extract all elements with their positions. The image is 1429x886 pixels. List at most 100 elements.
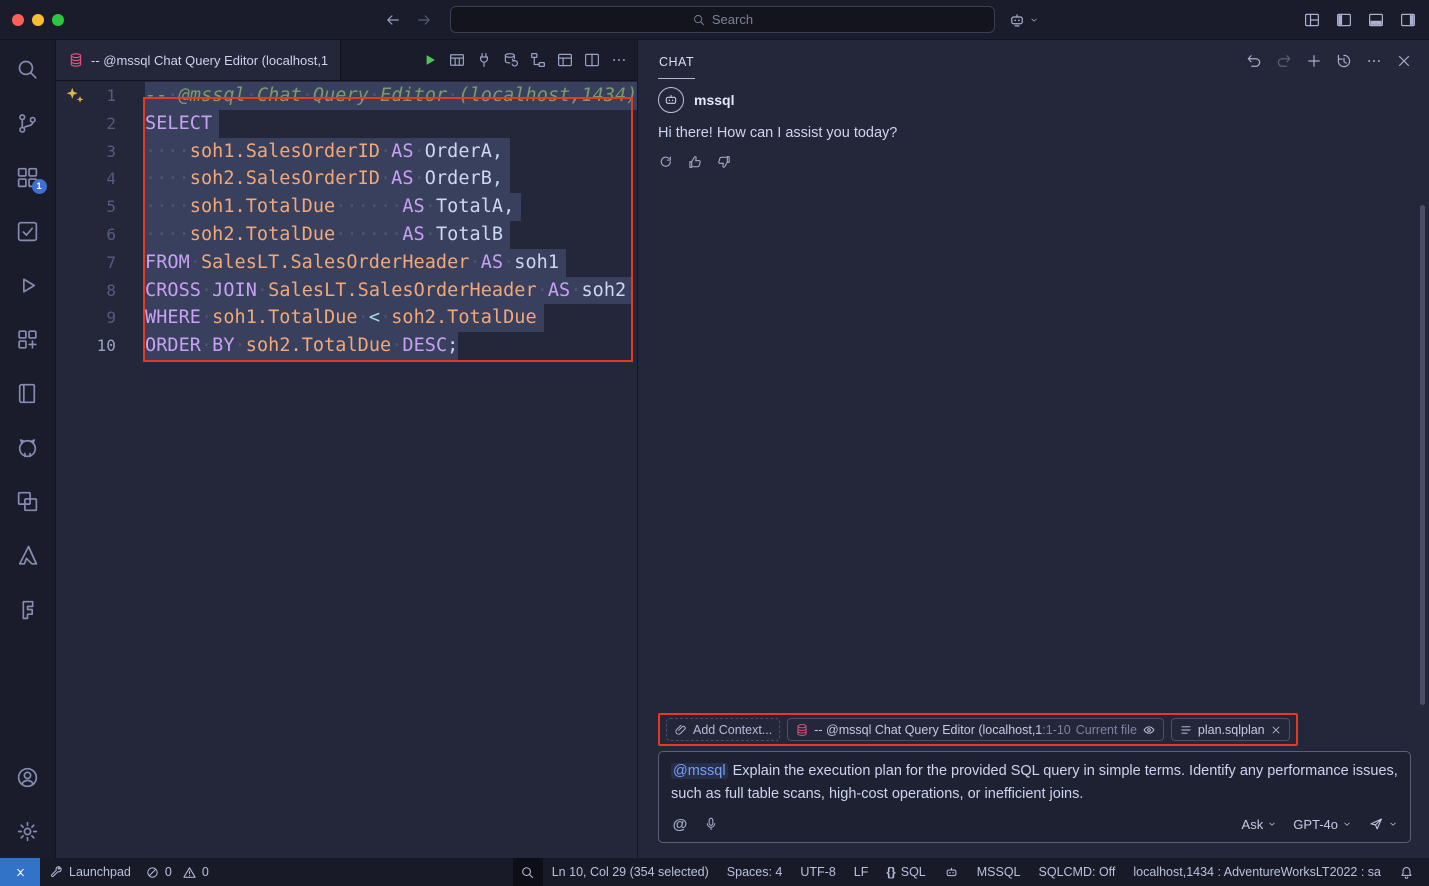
- notifications[interactable]: [1390, 858, 1423, 886]
- navigate-back-icon[interactable]: [384, 11, 402, 29]
- line-number[interactable]: 3: [56, 138, 116, 166]
- schema-compare-icon[interactable]: [529, 51, 547, 69]
- toggle-panel-icon[interactable]: [1367, 11, 1385, 29]
- code-line[interactable]: 4····soh2.SalesOrderID·AS·OrderB,: [56, 165, 637, 193]
- cursor-position[interactable]: Ln 10, Col 29 (354 selected): [543, 858, 718, 886]
- activity-item-run-debug[interactable]: [0, 258, 56, 312]
- activity-item-remote-explorer[interactable]: [0, 474, 56, 528]
- remote-indicator[interactable]: [0, 858, 40, 886]
- activity-item-components[interactable]: [0, 312, 56, 366]
- warning-icon: [182, 865, 197, 880]
- code-line[interactable]: 8CROSS·JOIN·SalesLT.SalesOrderHeader·AS·…: [56, 277, 637, 305]
- connect-icon[interactable]: [475, 51, 493, 69]
- refresh-intellisense-icon[interactable]: [502, 51, 520, 69]
- remote-icon: [13, 865, 28, 880]
- code-line[interactable]: 1--·@mssql·Chat·Query·Editor·(localhost,…: [56, 82, 637, 110]
- chat-panel-title[interactable]: CHAT: [658, 43, 695, 79]
- problems-errors[interactable]: 0: [140, 858, 177, 886]
- line-number[interactable]: 4: [56, 165, 116, 193]
- command-center-search[interactable]: Search: [450, 6, 995, 33]
- chat-input-box[interactable]: @mssqlExplain the execution plan for the…: [658, 751, 1411, 843]
- model-dropdown[interactable]: GPT-4o: [1293, 817, 1352, 832]
- chat-input-text[interactable]: @mssqlExplain the execution plan for the…: [671, 760, 1398, 805]
- zoom-window-button[interactable]: [52, 14, 64, 26]
- code-line[interactable]: 10ORDER·BY·soh2.TotalDue·DESC;: [56, 332, 637, 360]
- send-button[interactable]: [1368, 816, 1398, 832]
- language-mode[interactable]: {}SQL: [877, 858, 934, 886]
- code-line[interactable]: 7FROM·SalesLT.SalesOrderHeader·AS·soh1: [56, 249, 637, 277]
- rerun-icon[interactable]: [658, 154, 674, 170]
- toggle-secondary-sidebar-icon[interactable]: [1399, 11, 1417, 29]
- editor-pane: -- @mssql Chat Query Editor (localhost,1…: [56, 40, 637, 858]
- navigate-forward-icon[interactable]: [415, 11, 433, 29]
- activity-item-account[interactable]: [0, 750, 56, 804]
- code-token: BY: [212, 332, 234, 360]
- code-line[interactable]: 6····soh2.TotalDue······AS·TotalB: [56, 221, 637, 249]
- activity-item-source-control[interactable]: [0, 96, 56, 150]
- context-chip-plan-sqlplan[interactable]: plan.sqlplan: [1171, 718, 1290, 741]
- close-window-button[interactable]: [12, 14, 24, 26]
- line-number[interactable]: 6: [56, 221, 116, 249]
- code-line[interactable]: 5····soh1.TotalDue······AS·TotalA,: [56, 193, 637, 221]
- minimize-window-button[interactable]: [32, 14, 44, 26]
- line-number[interactable]: 9: [56, 304, 116, 332]
- copilot-sparkle-icon[interactable]: [64, 85, 86, 107]
- helpful-icon[interactable]: [687, 154, 703, 170]
- more-actions-icon[interactable]: [610, 51, 628, 69]
- more-actions-icon[interactable]: [1365, 52, 1383, 70]
- activity-item-testing[interactable]: [0, 204, 56, 258]
- code-line[interactable]: 9WHERE·soh1.TotalDue·<·soh2.TotalDue: [56, 304, 637, 332]
- activity-item-fabric[interactable]: [0, 582, 56, 636]
- line-number[interactable]: 5: [56, 193, 116, 221]
- chat-history-icon[interactable]: [1335, 52, 1353, 70]
- activity-item-settings[interactable]: [0, 804, 56, 858]
- sqlcmd-status[interactable]: SQLCMD: Off: [1030, 858, 1125, 886]
- customize-layout-icon[interactable]: [1303, 11, 1321, 29]
- problems-warnings[interactable]: 0: [177, 858, 214, 886]
- launchpad[interactable]: Launchpad: [40, 858, 140, 886]
- close-panel-icon[interactable]: [1395, 52, 1413, 70]
- code-line[interactable]: 2SELECT: [56, 110, 637, 138]
- run-query-icon[interactable]: [421, 51, 439, 69]
- code-token: JOIN: [212, 277, 257, 305]
- close-icon[interactable]: [1270, 724, 1282, 736]
- editor-tab[interactable]: -- @mssql Chat Query Editor (localhost,1: [56, 40, 341, 80]
- activity-item-github[interactable]: [0, 420, 56, 474]
- eye-icon[interactable]: [1142, 723, 1156, 737]
- add-context-button[interactable]: Add Context...: [666, 718, 780, 741]
- redo-icon[interactable]: [1275, 52, 1293, 70]
- copilot-menu[interactable]: [1008, 11, 1039, 29]
- azure-icon: [15, 543, 40, 568]
- microphone-icon[interactable]: [703, 816, 719, 832]
- connection-status[interactable]: localhost,1434 : AdventureWorksLT2022 : …: [1124, 858, 1390, 886]
- zoom-indicator[interactable]: [513, 858, 543, 886]
- unhelpful-icon[interactable]: [716, 154, 732, 170]
- code-editor[interactable]: 1--·@mssql·Chat·Query·Editor·(localhost,…: [56, 81, 637, 858]
- split-editor-icon[interactable]: [583, 51, 601, 69]
- activity-item-extensions[interactable]: 1: [0, 150, 56, 204]
- activity-item-book[interactable]: [0, 366, 56, 420]
- activity-item-azure[interactable]: [0, 528, 56, 582]
- mode-dropdown[interactable]: Ask: [1242, 817, 1278, 832]
- assistant-avatar: [658, 87, 684, 113]
- new-chat-icon[interactable]: [1305, 52, 1323, 70]
- indentation[interactable]: Spaces: 4: [718, 858, 792, 886]
- results-grid-icon[interactable]: [448, 51, 466, 69]
- line-number[interactable]: 7: [56, 249, 116, 277]
- whitespace-dots: ·: [246, 82, 257, 110]
- mssql-status[interactable]: MSSQL: [968, 858, 1030, 886]
- encoding[interactable]: UTF-8: [791, 858, 844, 886]
- eol-sequence[interactable]: LF: [845, 858, 878, 886]
- line-number[interactable]: 8: [56, 277, 116, 305]
- line-number[interactable]: 2: [56, 110, 116, 138]
- activity-item-search[interactable]: [0, 42, 56, 96]
- context-chip-current-file[interactable]: -- @mssql Chat Query Editor (localhost,1…: [787, 718, 1164, 741]
- line-number[interactable]: 10: [56, 332, 116, 360]
- toggle-primary-sidebar-icon[interactable]: [1335, 11, 1353, 29]
- mention-button[interactable]: @: [671, 816, 689, 833]
- copilot-status[interactable]: [935, 858, 968, 886]
- chat-scrollbar[interactable]: [1420, 205, 1425, 705]
- table-designer-icon[interactable]: [556, 51, 574, 69]
- undo-icon[interactable]: [1245, 52, 1263, 70]
- code-line[interactable]: 3····soh1.SalesOrderID·AS·OrderA,: [56, 138, 637, 166]
